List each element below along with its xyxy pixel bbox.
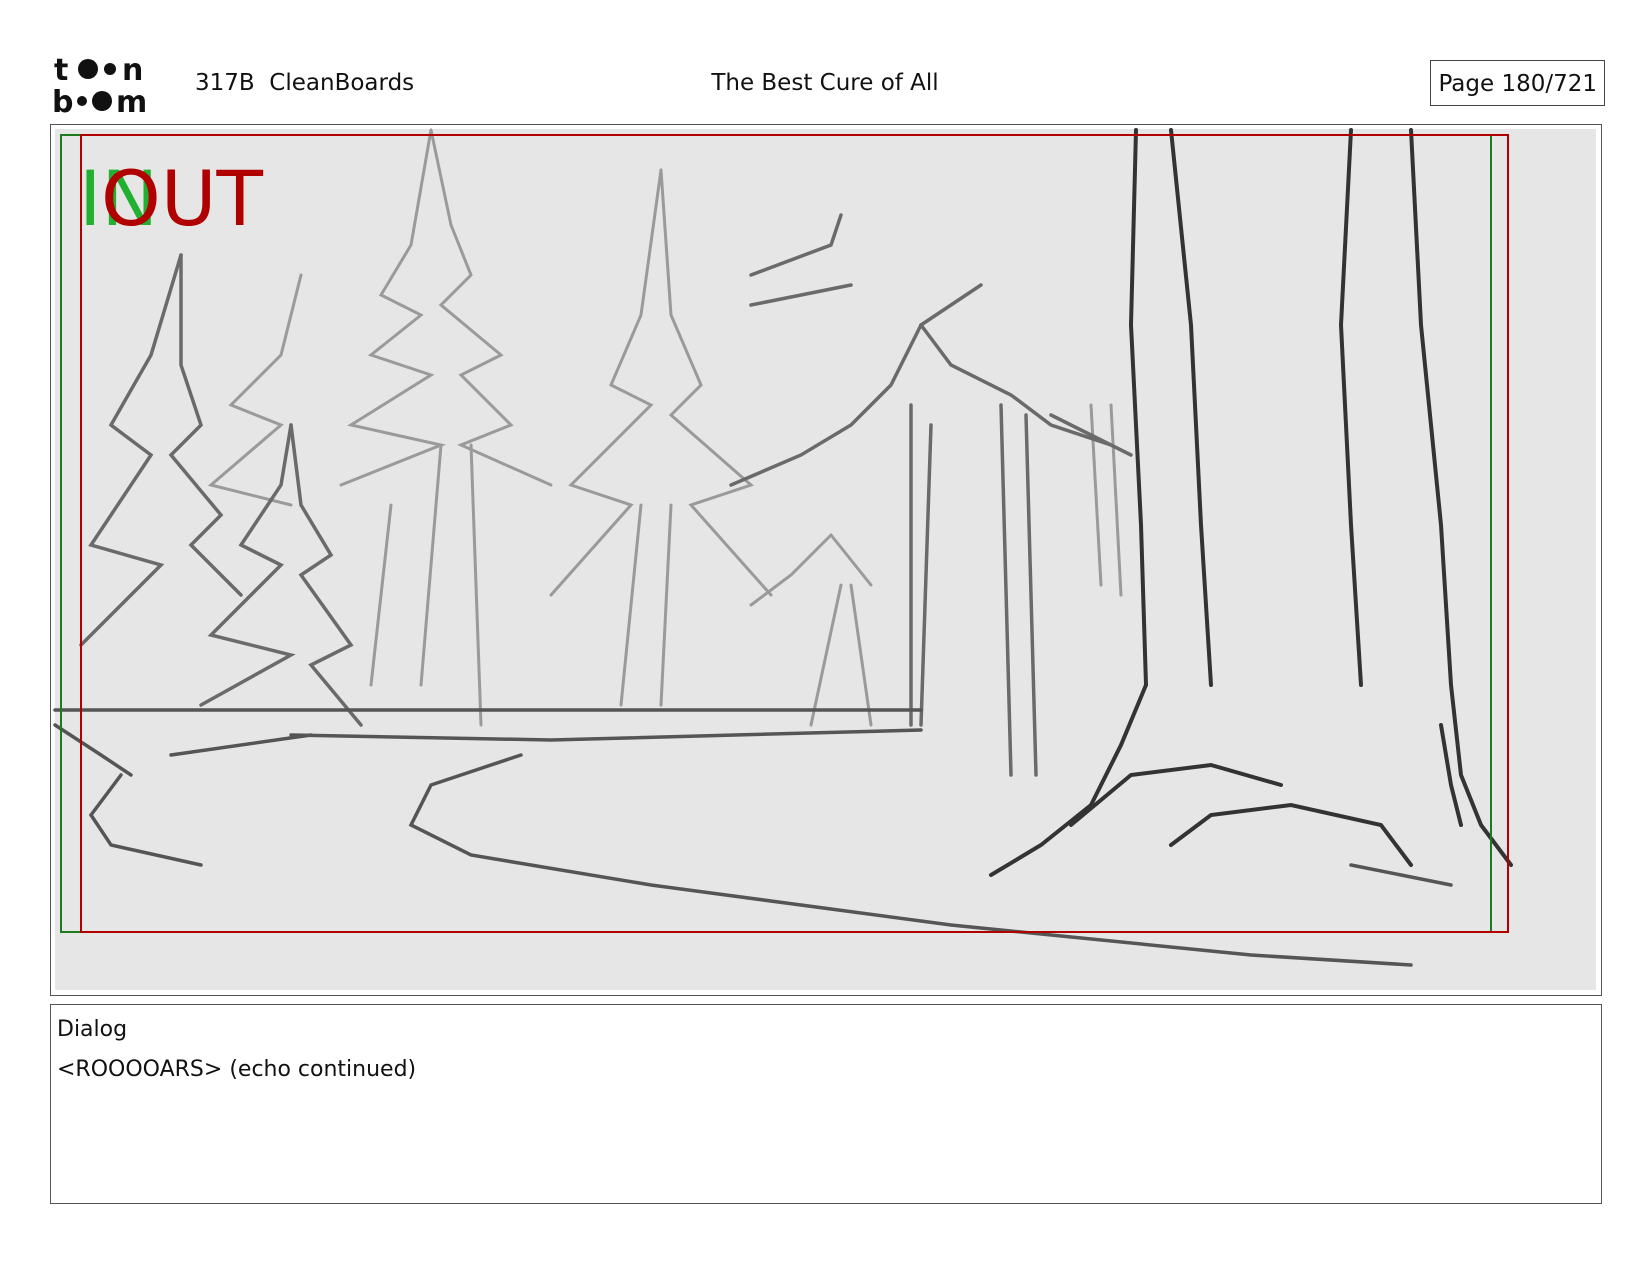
page-header: t n b m 317B CleanBoards The Best Cure o… [0,0,1650,125]
dialog-box: Dialog <ROOOOARS> (echo continued) [50,1004,1602,1204]
page-number-badge: Page 180/721 [1430,60,1605,106]
episode-title: The Best Cure of All [711,70,939,96]
storyboard-panel: IN OUT [50,124,1602,996]
out-label: OUT [101,154,263,243]
forest-sketch [53,128,1596,990]
dialog-text: <ROOOOARS> (echo continued) [57,1057,417,1082]
dialog-heading: Dialog [57,1017,128,1042]
